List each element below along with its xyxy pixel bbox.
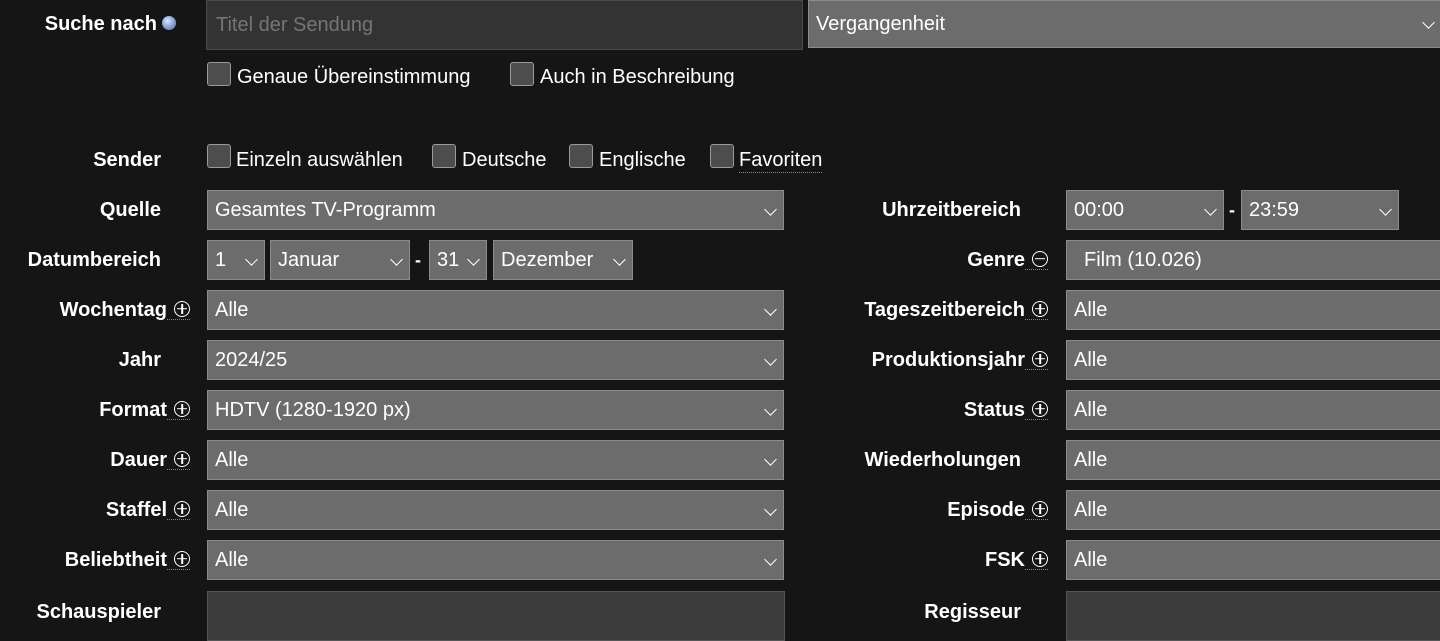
sender-english-checkbox[interactable] (569, 144, 593, 168)
dauer-label: Dauer (0, 440, 190, 480)
uhrzeit-to-select[interactable]: 23:59 (1241, 190, 1399, 230)
jahr-label: Jahr (118, 349, 161, 371)
format-select[interactable]: HDTV (1280-1920 px) (207, 390, 784, 430)
search-label: Suche nach (0, 4, 176, 44)
sender-favorites-label[interactable]: Favoriten (739, 148, 823, 173)
chevron-down-icon (1379, 203, 1392, 216)
in-description-checkbox[interactable] (510, 62, 534, 86)
plus-circle-icon[interactable] (174, 450, 190, 467)
to-day-select[interactable]: 31 (429, 240, 487, 280)
fsk-label: FSK (800, 540, 1048, 580)
uhrzeit-dash: - (1229, 200, 1235, 220)
chevron-down-icon (764, 203, 777, 216)
plus-circle-icon[interactable] (1032, 350, 1048, 367)
chevron-down-icon (1422, 16, 1435, 29)
genre-label: Genre (800, 240, 1048, 280)
sender-favorites-checkbox[interactable] (710, 144, 734, 168)
datum-label: Datumbereich (27, 249, 161, 271)
episode-label: Episode (800, 490, 1048, 530)
plus-circle-icon[interactable] (174, 400, 190, 417)
chevron-down-icon (764, 503, 777, 516)
quelle-label: Quelle (99, 199, 161, 221)
plus-circle-icon[interactable] (174, 300, 190, 317)
sender-single-checkbox[interactable] (207, 144, 231, 168)
sender-single-label: Einzeln auswählen (236, 149, 403, 171)
minus-circle-icon[interactable] (1032, 250, 1048, 267)
sender-english-label: Englische (599, 149, 686, 171)
plus-circle-icon[interactable] (174, 500, 190, 517)
sender-label: Sender (93, 149, 161, 171)
plus-circle-icon[interactable] (1032, 400, 1048, 417)
dauer-select[interactable]: Alle (207, 440, 784, 480)
sender-german-checkbox[interactable] (432, 144, 456, 168)
tageszeit-select[interactable]: Alle (1066, 290, 1440, 330)
chevron-down-icon (764, 303, 777, 316)
chevron-down-icon (613, 253, 626, 266)
produktionsjahr-select[interactable]: Alle (1066, 340, 1440, 380)
search-input[interactable] (206, 0, 803, 50)
in-description-label: Auch in Beschreibung (540, 66, 735, 88)
produktionsjahr-label: Produktionsjahr (800, 340, 1048, 380)
wiederholungen-select[interactable]: Alle (1066, 440, 1440, 480)
staffel-label: Staffel (0, 490, 190, 530)
chevron-down-icon (764, 353, 777, 366)
jahr-select[interactable]: 2024/25 (207, 340, 784, 380)
quelle-select[interactable]: Gesamtes TV-Programm (207, 190, 784, 230)
plus-circle-icon[interactable] (1032, 550, 1048, 567)
chevron-down-icon (764, 553, 777, 566)
wochentag-select[interactable]: Alle (207, 290, 784, 330)
date-range-dash: - (415, 250, 421, 270)
info-icon[interactable] (162, 15, 176, 30)
from-day-select[interactable]: 1 (207, 240, 265, 280)
time-range-select[interactable]: Vergangenheit (808, 0, 1440, 48)
plus-circle-icon[interactable] (1032, 300, 1048, 317)
beliebtheit-label: Beliebtheit (0, 540, 190, 580)
from-month-select[interactable]: Januar (270, 240, 410, 280)
staffel-select[interactable]: Alle (207, 490, 784, 530)
to-month-select[interactable]: Dezember (493, 240, 633, 280)
chevron-down-icon (764, 403, 777, 416)
fsk-select[interactable]: Alle (1066, 540, 1440, 580)
wiederholungen-label: Wiederholungen (864, 449, 1021, 471)
chevron-down-icon (1204, 203, 1217, 216)
plus-circle-icon[interactable] (174, 550, 190, 567)
status-select[interactable]: Alle (1066, 390, 1440, 430)
exact-match-checkbox[interactable] (207, 62, 231, 86)
status-label: Status (800, 390, 1048, 430)
schauspieler-label: Schauspieler (36, 601, 161, 623)
beliebtheit-select[interactable]: Alle (207, 540, 784, 580)
chevron-down-icon (467, 253, 480, 266)
chevron-down-icon (764, 453, 777, 466)
format-label: Format (0, 390, 190, 430)
regisseur-label: Regisseur (924, 601, 1021, 623)
exact-match-label: Genaue Übereinstimmung (237, 66, 471, 88)
chevron-down-icon (245, 253, 258, 266)
sender-german-label: Deutsche (462, 149, 547, 171)
episode-select[interactable]: Alle (1066, 490, 1440, 530)
uhrzeit-from-select[interactable]: 00:00 (1066, 190, 1224, 230)
tageszeit-label: Tageszeitbereich (800, 290, 1048, 330)
genre-field[interactable]: Film (10.026) (1066, 240, 1440, 280)
uhrzeit-label: Uhrzeitbereich (882, 199, 1021, 221)
wochentag-label: Wochentag (0, 290, 190, 330)
plus-circle-icon[interactable] (1032, 500, 1048, 517)
chevron-down-icon (390, 253, 403, 266)
